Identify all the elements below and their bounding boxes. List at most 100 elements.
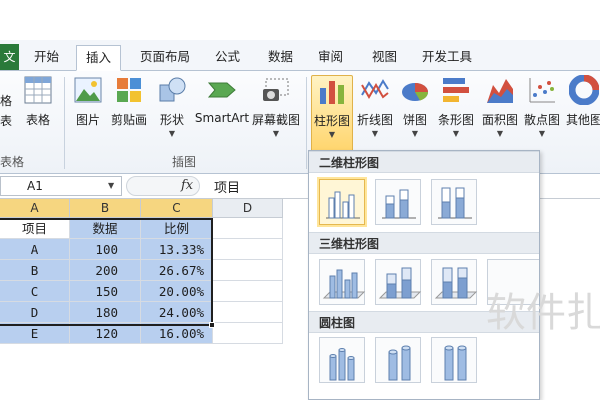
section-3d-column: 三维柱形图 [309, 232, 539, 254]
column-header-c[interactable]: C [141, 199, 213, 218]
tab-page-layout[interactable]: 页面布局 [140, 45, 190, 71]
clustered-cylinder-icon [329, 348, 355, 381]
100-stacked-column-option[interactable] [431, 179, 477, 225]
table-cell[interactable]: 26.67% [141, 260, 213, 281]
column-header-b[interactable]: B [70, 199, 141, 218]
table-cell[interactable] [213, 239, 283, 260]
table-cell[interactable]: 180 [70, 302, 141, 323]
picture-icon [73, 75, 103, 105]
clustered-column-icon [326, 191, 360, 219]
worksheet-grid: A B C D 项目 数据 比例 A 100 13.33% B 200 26.6… [0, 199, 310, 400]
other-charts-button[interactable]: 其他图 [564, 74, 600, 145]
table-cell[interactable]: D [0, 302, 70, 323]
group-separator [306, 77, 307, 169]
table-cell[interactable] [213, 323, 283, 344]
pie-chart-button[interactable]: 饼图 ▼ [398, 75, 432, 145]
tab-formulas[interactable]: 公式 [215, 45, 240, 71]
tab-insert[interactable]: 插入 [76, 45, 122, 71]
shapes-icon [157, 75, 187, 105]
pie-chart-icon [400, 75, 430, 105]
chevron-down-icon: ▼ [168, 129, 176, 138]
table-button[interactable]: 表格 [20, 75, 56, 145]
100-stacked-cylinder-option[interactable] [431, 337, 477, 383]
column-header-d[interactable]: D [213, 199, 283, 218]
chevron-down-icon: ▼ [496, 129, 504, 138]
shapes-button[interactable]: 形状 ▼ [154, 75, 190, 145]
pivot-table-button-partial[interactable]: 格 表 [0, 91, 12, 131]
chevron-down-icon: ▼ [411, 129, 419, 138]
doughnut-chart-icon [568, 74, 600, 106]
screenshot-button[interactable]: 屏幕截图 ▼ [250, 75, 302, 145]
ribbon-tab-bar: 文件 开始 插入 页面布局 公式 数据 审阅 视图 开发工具 [0, 40, 600, 71]
chevron-down-icon: ▼ [538, 129, 546, 138]
stacked-column-icon [382, 189, 416, 219]
chevron-down-icon: ▼ [328, 130, 336, 139]
chevron-down-icon[interactable]: ▼ [108, 181, 114, 190]
tab-home[interactable]: 开始 [34, 45, 59, 71]
table-cell[interactable]: E [0, 323, 70, 344]
chevron-down-icon: ▼ [272, 129, 280, 138]
column-header-a[interactable]: A [0, 199, 70, 218]
table-icon [23, 75, 53, 105]
table-cell[interactable]: 150 [70, 281, 141, 302]
section-2d-column: 二维柱形图 [309, 151, 539, 173]
table-cell[interactable] [213, 302, 283, 323]
picture-button[interactable]: 图片 [70, 75, 106, 145]
area-chart-icon [485, 75, 515, 105]
table-cell[interactable]: 数据 [70, 218, 141, 239]
table-cell[interactable]: A [0, 239, 70, 260]
stacked-cylinder-icon [388, 345, 411, 381]
3d-clustered-column-option[interactable] [319, 259, 366, 305]
table-cell[interactable]: 比例 [141, 218, 213, 239]
table-cell[interactable]: 13.33% [141, 239, 213, 260]
table-cell[interactable] [213, 260, 283, 281]
tab-data[interactable]: 数据 [268, 45, 293, 71]
scatter-chart-button[interactable]: 散点图 ▼ [522, 75, 562, 145]
table-cell[interactable]: B [0, 260, 70, 281]
group-label-illustrations: 插图 [172, 155, 197, 169]
fill-handle[interactable] [209, 322, 215, 328]
line-chart-icon [360, 75, 390, 105]
insert-function-icon[interactable]: fx [181, 178, 193, 193]
3d-clustered-column-icon [322, 269, 366, 299]
table-cell[interactable]: 16.00% [141, 323, 213, 344]
line-chart-button[interactable]: 折线图 ▼ [354, 75, 396, 145]
3d-100-stacked-column-option[interactable] [431, 259, 478, 305]
bar-chart-button[interactable]: 条形图 ▼ [436, 75, 476, 145]
3d-stacked-column-option[interactable] [375, 259, 422, 305]
table-cell[interactable]: C [0, 281, 70, 302]
column-chart-button[interactable]: 柱形图 ▼ [311, 75, 353, 155]
3d-stacked-column-icon [378, 267, 422, 299]
table-cell[interactable]: 项目 [0, 218, 70, 239]
smartart-icon [207, 75, 237, 105]
table-cell[interactable] [213, 218, 283, 239]
table-cell[interactable]: 100 [70, 239, 141, 260]
tab-developer[interactable]: 开发工具 [422, 45, 472, 71]
stacked-column-option[interactable] [375, 179, 421, 225]
clip-art-icon [114, 75, 144, 105]
table-cell[interactable]: 200 [70, 260, 141, 281]
table-cell[interactable]: 20.00% [141, 281, 213, 302]
stacked-cylinder-option[interactable] [375, 337, 421, 383]
chevron-down-icon: ▼ [452, 129, 460, 138]
chevron-down-icon: ▼ [371, 129, 379, 138]
table-cell[interactable] [213, 281, 283, 302]
formula-tools: fx [126, 176, 200, 196]
table-cell[interactable]: 24.00% [141, 302, 213, 323]
bar-chart-icon [441, 75, 471, 105]
3d-100-stacked-column-icon [434, 267, 478, 299]
area-chart-button[interactable]: 面积图 ▼ [480, 75, 520, 145]
tab-review[interactable]: 审阅 [318, 45, 343, 71]
clustered-column-option[interactable] [319, 179, 365, 225]
clustered-cylinder-option[interactable] [319, 337, 365, 383]
name-box[interactable]: A1 [0, 176, 122, 196]
group-separator [64, 77, 65, 169]
table-cell[interactable]: 120 [70, 323, 141, 344]
group-label-tables: 表格 [0, 155, 25, 169]
clip-art-button[interactable]: 剪贴画 [108, 75, 150, 145]
tab-view[interactable]: 视图 [372, 45, 397, 71]
formula-input[interactable]: 项目 [214, 177, 240, 196]
column-chart-gallery: 二维柱形图 三维柱形图 圆柱图 [308, 150, 540, 400]
smartart-button[interactable]: SmartArt [194, 75, 250, 145]
tab-file[interactable]: 文件 [0, 44, 19, 70]
